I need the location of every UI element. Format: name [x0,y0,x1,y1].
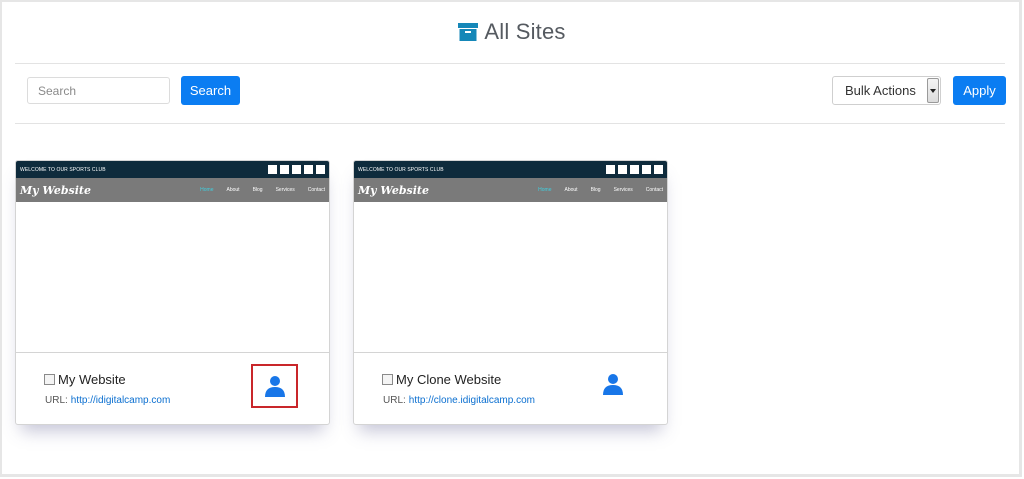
preview-logo: My Website [358,183,429,197]
divider-top [15,63,1005,64]
preview-nav-about: About [226,187,240,193]
preview-nav-about: About [564,187,578,193]
site-url-link[interactable]: http://idigitalcamp.com [71,395,171,406]
preview-topbar: WELCOME TO OUR SPORTS CLUB [16,161,329,178]
preview-welcome-text: WELCOME TO OUR SPORTS CLUB [358,166,444,173]
site-card: WELCOME TO OUR SPORTS CLUB My Website Ho… [15,160,330,425]
divider-bottom [15,123,1005,124]
page-title: All Sites [484,19,566,44]
preview-nav-contact: Contact [645,187,663,193]
preview-nav-blog: Blog [252,187,263,193]
user-icon [264,376,285,397]
social-icon [292,165,301,174]
preview-topbar: WELCOME TO OUR SPORTS CLUB [354,161,667,178]
url-label: URL: [45,395,68,406]
preview-nav-services: Services [275,187,295,193]
bulk-actions-select[interactable]: Bulk Actions [832,76,941,105]
social-icon [618,165,627,174]
social-icon [642,165,651,174]
site-select-checkbox[interactable] [44,374,55,385]
apply-button[interactable]: Apply [953,76,1006,105]
preview-navbar: My Website Home About Blog Services Cont… [354,178,667,202]
site-url-row: URL: http://clone.idigitalcamp.com [383,395,535,406]
url-label: URL: [383,395,406,406]
social-icon [630,165,639,174]
site-name: My Website [58,372,126,387]
page-header: All Sites [0,14,1024,50]
bulk-actions-label: Bulk Actions [845,83,916,98]
social-icon [280,165,289,174]
social-icon [606,165,615,174]
site-card-footer: My Website URL: http://idigitalcamp.com [16,354,329,424]
site-select-checkbox[interactable] [382,374,393,385]
social-icon [304,165,313,174]
preview-welcome-text: WELCOME TO OUR SPORTS CLUB [20,166,106,173]
site-card-footer: My Clone Website URL: http://clone.idigit… [354,354,667,424]
search-input[interactable] [27,77,170,104]
preview-navbar: My Website Home About Blog Services Cont… [16,178,329,202]
preview-logo: My Website [20,183,91,197]
social-icon [654,165,663,174]
preview-nav-home: Home [200,187,214,193]
site-name-row: My Website [44,372,126,387]
site-card: WELCOME TO OUR SPORTS CLUB My Website Ho… [353,160,668,425]
social-icon [316,165,325,174]
user-icon-button[interactable] [598,364,628,404]
user-icon-button[interactable] [251,364,298,408]
site-name-row: My Clone Website [382,372,501,387]
user-icon [603,374,623,395]
archive-icon [458,22,479,42]
site-name: My Clone Website [396,372,502,387]
search-button[interactable]: Search [181,76,240,105]
preview-nav-home: Home [538,187,552,193]
site-url-link[interactable]: http://clone.idigitalcamp.com [409,395,535,406]
site-preview-thumbnail[interactable]: WELCOME TO OUR SPORTS CLUB My Website Ho… [354,161,667,353]
preview-nav-contact: Contact [307,187,325,193]
social-icon [268,165,277,174]
preview-nav-services: Services [613,187,633,193]
site-url-row: URL: http://idigitalcamp.com [45,395,170,406]
dropdown-arrow-icon[interactable] [927,78,939,103]
site-preview-thumbnail[interactable]: WELCOME TO OUR SPORTS CLUB My Website Ho… [16,161,329,353]
preview-nav-blog: Blog [590,187,601,193]
